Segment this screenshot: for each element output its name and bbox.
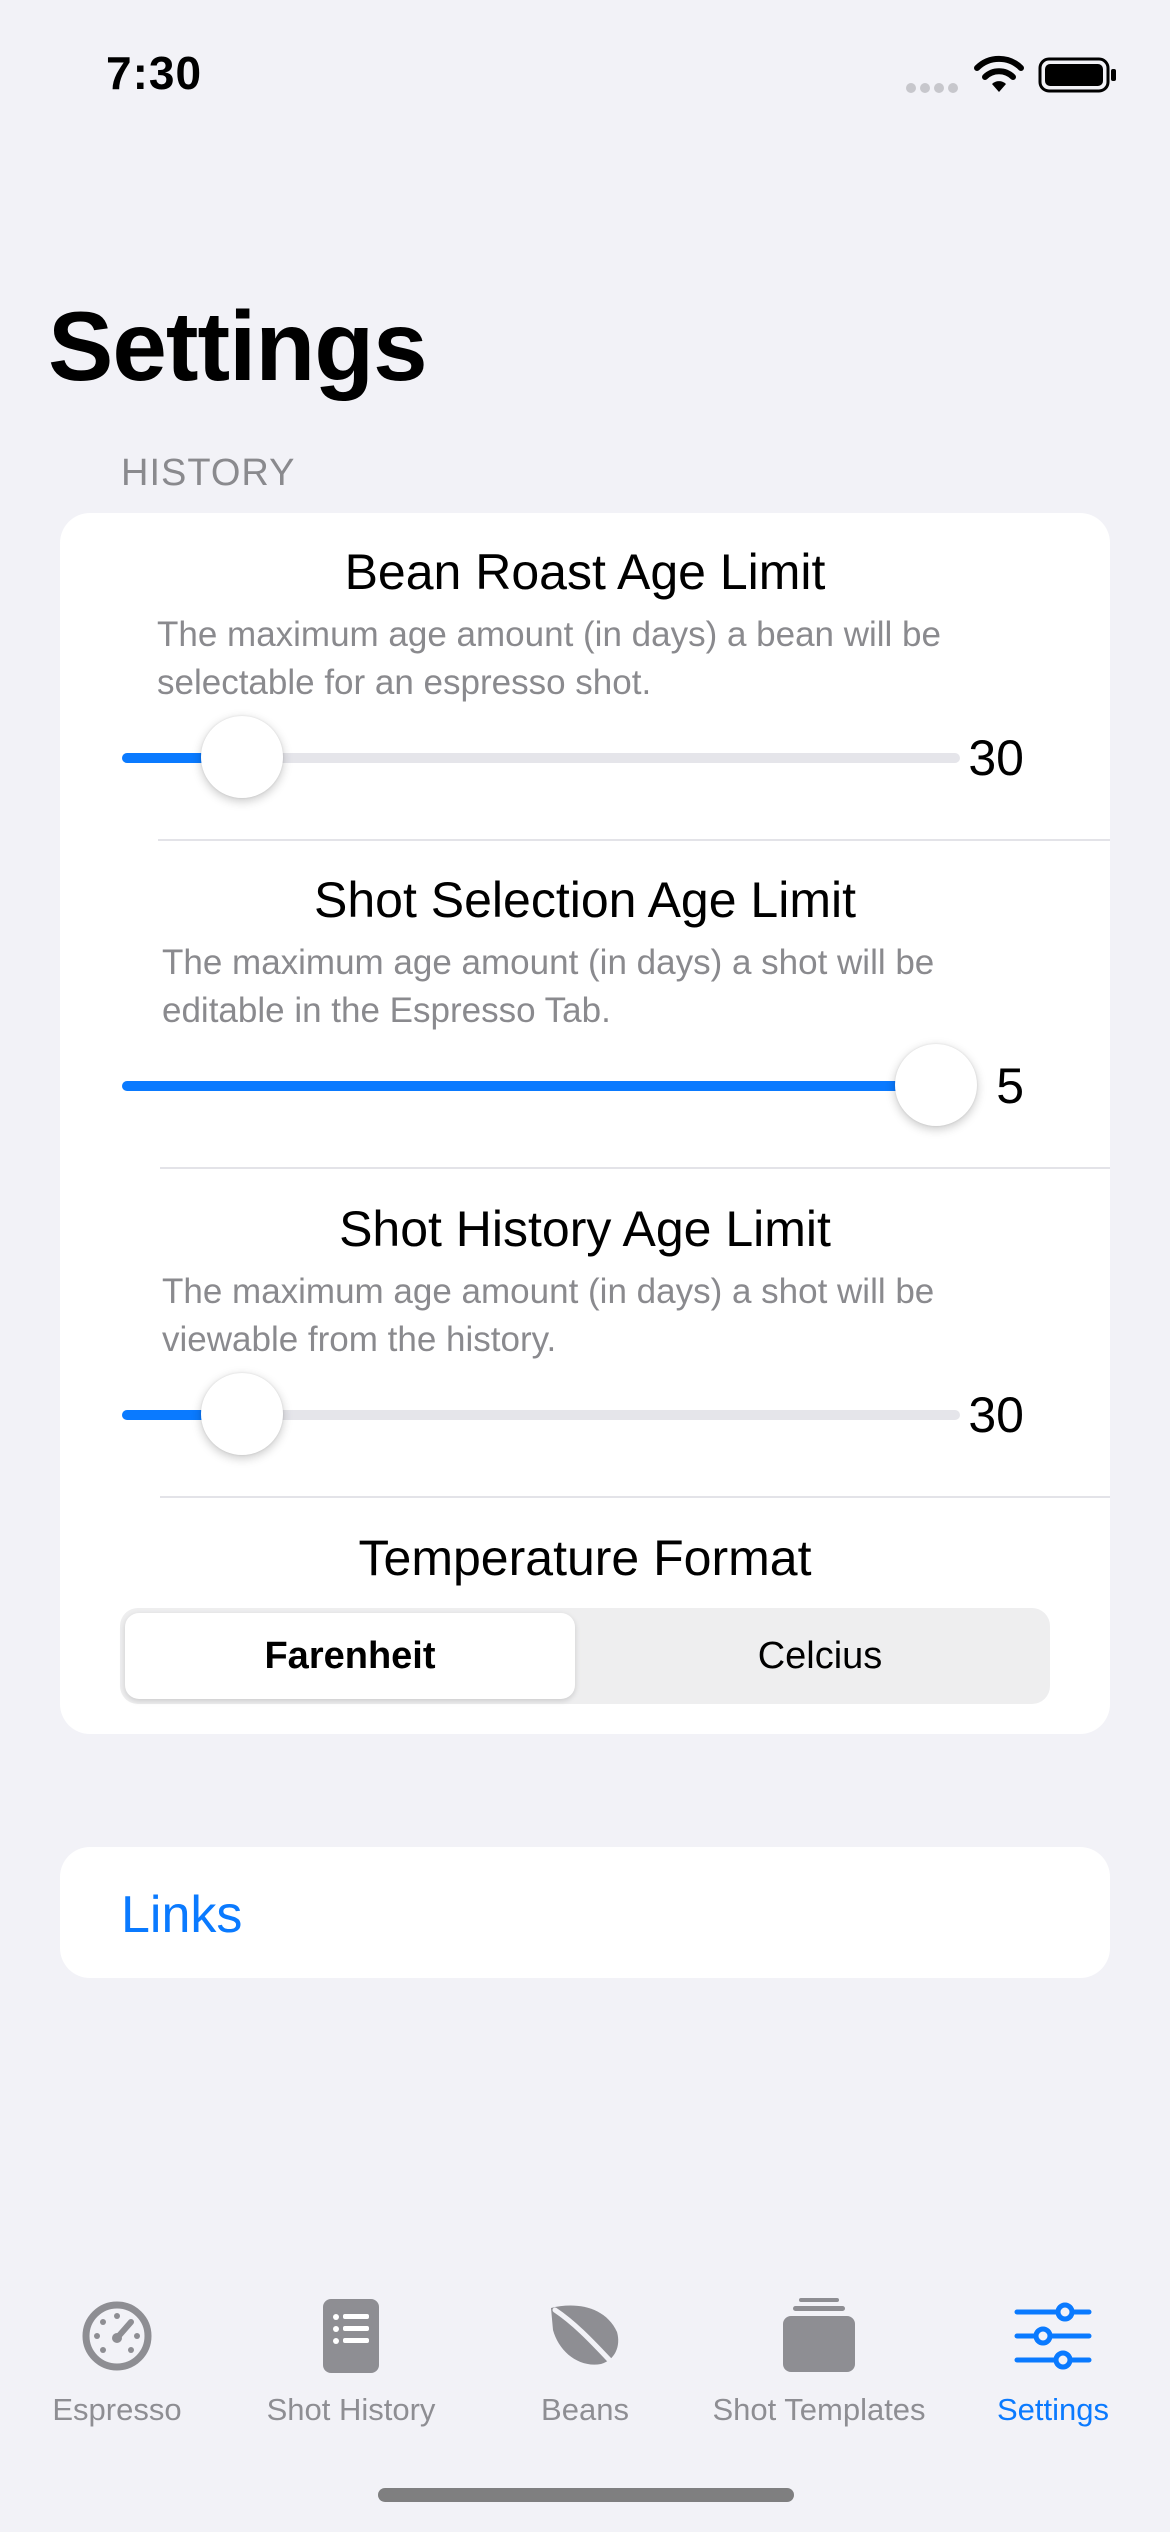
tab-label: Espresso bbox=[52, 2392, 182, 2427]
slider-fill bbox=[122, 1081, 936, 1091]
temperature-format-segmented-control: Farenheit Celcius bbox=[120, 1608, 1050, 1704]
links-row[interactable]: Links bbox=[60, 1847, 1110, 1978]
tab-label: Shot History bbox=[266, 2392, 436, 2427]
bean-roast-age-limit-slider[interactable]: 30 bbox=[122, 715, 1024, 799]
shot-history-age-limit-slider[interactable]: 30 bbox=[122, 1372, 1024, 1456]
status-time: 7:30 bbox=[106, 47, 203, 99]
wifi-icon bbox=[974, 55, 1024, 92]
battery-icon bbox=[1038, 57, 1116, 93]
list-icon bbox=[323, 2299, 379, 2373]
segment-celcius[interactable]: Celcius bbox=[595, 1613, 1045, 1699]
slider-thumb[interactable] bbox=[895, 1044, 977, 1126]
shot-history-age-limit-description: The maximum age amount (in days) a shot … bbox=[162, 1272, 935, 1359]
slider-track bbox=[122, 1081, 960, 1091]
tab-shot-history[interactable]: Shot History bbox=[234, 2270, 468, 2440]
slider-thumb[interactable] bbox=[200, 1373, 283, 1455]
status-bar: 7:30 bbox=[0, 0, 1170, 140]
tab-label: Beans bbox=[541, 2392, 629, 2427]
slider-thumb[interactable] bbox=[200, 716, 283, 798]
separator bbox=[158, 839, 1110, 841]
links-label: Links bbox=[121, 1886, 243, 1944]
shot-selection-age-limit-value: 5 bbox=[996, 1058, 1024, 1114]
tab-beans[interactable]: Beans bbox=[468, 2270, 702, 2440]
stack-icon bbox=[783, 2298, 855, 2372]
tab-label: Shot Templates bbox=[712, 2392, 926, 2427]
shot-selection-age-limit-description: The maximum age amount (in days) a shot … bbox=[162, 943, 935, 1030]
segment-farenheit[interactable]: Farenheit bbox=[125, 1613, 575, 1699]
settings-screen: 7:30 Settings HISTORY Bean Roast Age Lim… bbox=[0, 0, 1170, 2532]
leaf-icon bbox=[551, 2305, 619, 2369]
separator bbox=[160, 1167, 1110, 1169]
cellular-signal-icon bbox=[906, 83, 958, 93]
shot-selection-age-limit-slider[interactable]: 5 bbox=[122, 1043, 1024, 1127]
temperature-format-title: Temperature Format bbox=[358, 1530, 812, 1586]
shot-history-age-limit-value: 30 bbox=[968, 1387, 1024, 1443]
bean-roast-age-limit-title: Bean Roast Age Limit bbox=[344, 544, 826, 600]
page-title: Settings bbox=[48, 291, 428, 401]
shot-selection-age-limit-title: Shot Selection Age Limit bbox=[314, 872, 856, 928]
tab-espresso[interactable]: Espresso bbox=[0, 2270, 234, 2440]
history-settings-card: Bean Roast Age Limit The maximum age amo… bbox=[60, 513, 1110, 1734]
separator bbox=[160, 1496, 1110, 1498]
sliders-icon bbox=[1014, 2302, 1092, 2370]
tab-settings[interactable]: Settings bbox=[936, 2270, 1170, 2440]
shot-history-age-limit-title: Shot History Age Limit bbox=[339, 1201, 831, 1257]
tab-shot-templates[interactable]: Shot Templates bbox=[702, 2270, 936, 2440]
home-indicator[interactable] bbox=[378, 2488, 794, 2502]
gauge-icon bbox=[82, 2301, 152, 2371]
tab-label: Settings bbox=[996, 2392, 1109, 2427]
history-section-header: HISTORY bbox=[121, 452, 296, 494]
bean-roast-age-limit-value: 30 bbox=[968, 730, 1024, 786]
bean-roast-age-limit-description: The maximum age amount (in days) a bean … bbox=[157, 615, 941, 702]
